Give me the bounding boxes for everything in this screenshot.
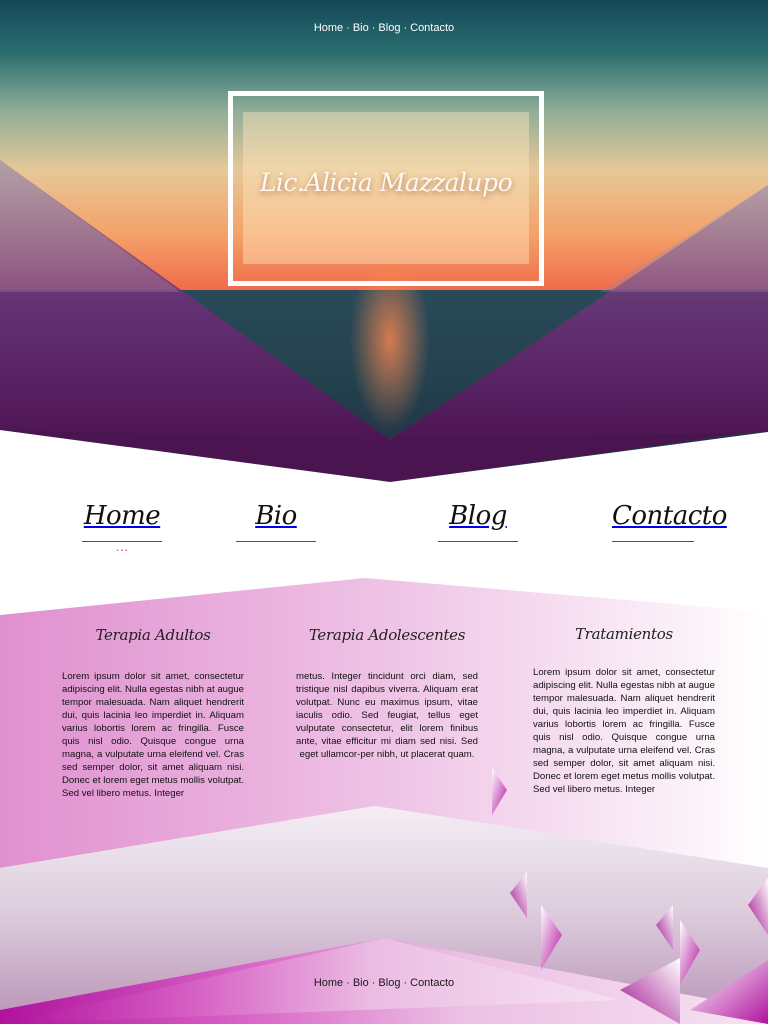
footer-nav-separator: · xyxy=(371,977,376,989)
top-nav-bio[interactable]: Bio xyxy=(353,22,369,34)
footer-nav-blog[interactable]: Blog xyxy=(378,977,400,989)
top-navigation: Home · Bio · Blog · Contacto xyxy=(0,22,768,34)
footer-nav-home[interactable]: Home xyxy=(314,977,343,989)
main-nav-home-label: Home xyxy=(83,501,161,531)
column-body-terapia-adultos: Lorem ipsum dolor sit amet, consectetur … xyxy=(62,671,244,799)
top-nav-separator: · xyxy=(346,22,350,34)
main-nav-bio-label: Bio xyxy=(255,501,297,531)
site-title: Lic.Alicia Mazzalupo xyxy=(259,168,513,197)
column-title-tratamientos: Tratamientos xyxy=(575,625,673,643)
column-title-terapia-adultos: Terapia Adultos xyxy=(95,626,211,644)
footer-navigation: Home · Bio · Blog · Contacto xyxy=(0,977,768,989)
main-nav-underline xyxy=(438,541,518,542)
active-page-marker: ... xyxy=(116,540,130,554)
footer-nav-bio[interactable]: Bio xyxy=(353,977,369,989)
main-nav-bio[interactable]: Bio xyxy=(236,496,316,546)
top-nav-separator: · xyxy=(403,22,408,34)
column-title-terapia-adolescentes: Terapia Adolescentes xyxy=(308,626,466,644)
top-nav-blog[interactable]: Blog xyxy=(378,22,400,34)
column-body-tratamientos: Lorem ipsum dolor sit amet, consectetur … xyxy=(533,667,715,795)
top-nav-contacto[interactable]: Contacto xyxy=(410,22,454,34)
main-nav-home[interactable]: Home xyxy=(82,496,162,546)
main-nav-underline xyxy=(612,541,694,542)
column-body-terapia-adolescentes: metus. Integer tincidunt orci diam, sed … xyxy=(296,671,478,760)
footer-nav-contacto[interactable]: Contacto xyxy=(410,977,454,989)
footer-nav-separator: · xyxy=(403,977,408,989)
main-nav-underline xyxy=(236,541,316,542)
top-nav-home[interactable]: Home xyxy=(314,22,343,34)
main-nav-blog[interactable]: Blog xyxy=(438,496,518,546)
footer-nav-separator: · xyxy=(346,977,350,989)
main-nav-blog-label: Blog xyxy=(449,501,507,531)
hero-banner: Home · Bio · Blog · Contacto Lic.Alicia Mazzal… xyxy=(0,0,768,490)
main-nav-contacto-label: Contacto xyxy=(612,501,727,531)
top-nav-separator: · xyxy=(371,22,376,34)
main-nav-contacto[interactable]: Contacto xyxy=(612,496,727,546)
